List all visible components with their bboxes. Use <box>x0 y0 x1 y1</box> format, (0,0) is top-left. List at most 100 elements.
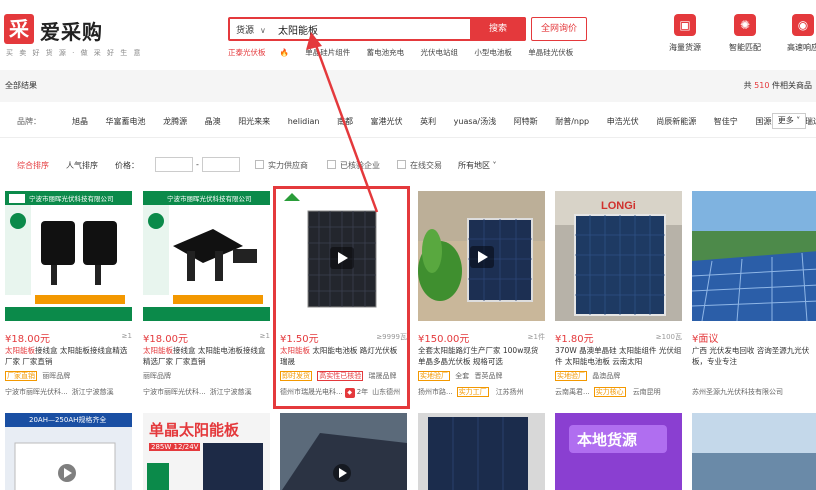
logo-name: 爱采购 <box>40 20 103 44</box>
product-image[interactable] <box>692 191 816 321</box>
product-card-partial[interactable]: 单晶太阳能板 285W 12/24V <box>143 413 270 490</box>
brand-item[interactable]: helidian <box>288 117 320 126</box>
search-button[interactable]: 搜索 <box>470 17 526 41</box>
results-bar: 全部结果 共 510 件相关商品 <box>0 70 816 102</box>
filter-online-trade[interactable]: 在线交易 <box>397 160 442 171</box>
product-card-partial[interactable] <box>692 413 816 490</box>
product-card[interactable]: ¥面议 广西 光伏发电回收 咨询圣源九光伏板，专业专注 苏州圣源九光伏科技有限公… <box>692 191 816 409</box>
product-title[interactable]: 太阳能板 太阳能电池板 路灯光伏板 瑞晟 <box>280 345 407 367</box>
hot-link[interactable]: 正泰光伏板 🔥 <box>228 48 289 57</box>
brand-item[interactable]: 瑞达 <box>805 117 816 126</box>
tag: 丽晖品牌 <box>143 372 171 380</box>
filter-verified[interactable]: 已核验企业 <box>327 160 380 171</box>
price-min-input[interactable] <box>155 157 193 172</box>
logo-slogan: 买 卖 好 货 源 · 做 采 好 生 意 <box>6 49 143 57</box>
row2-banner-sub: 285W 12/24V <box>149 443 201 451</box>
feature-fast-response[interactable]: ◉ 高速响应 <box>778 14 816 64</box>
row2-banner-text: 20AH—250AH规格齐全 <box>29 416 107 424</box>
chevron-down-icon: ˅ <box>490 161 497 170</box>
hot-link[interactable]: 单晶硅片组件 <box>305 48 350 57</box>
header: 采 爱采购 买 卖 好 货 源 · 做 采 好 生 意 货源∨ 搜索 全网询价 … <box>0 0 816 70</box>
search-type-select[interactable]: 货源 ∨ <box>236 23 266 36</box>
price-max-input[interactable] <box>202 157 240 172</box>
product-image[interactable]: 宁波市丽晖光伏科技有限公司 <box>143 191 270 321</box>
supplier-info[interactable]: 苏州圣源九光伏科技有限公司 <box>692 387 816 399</box>
brand-item[interactable]: 英利 <box>420 117 436 126</box>
product-image[interactable] <box>280 191 407 321</box>
shield-icon: ◆ <box>344 388 355 398</box>
feature-icons: ▣ 海量货源 ✺ 智能匹配 ◉ 高速响应 <box>660 14 816 64</box>
brand-item[interactable]: 智佳宁 <box>714 117 738 126</box>
supplier-info[interactable]: 宁波市丽晖光伏科... 浙江宁波慈溪 <box>143 387 270 399</box>
product-tags: 厂家直销 丽晖品牌 <box>5 371 132 383</box>
search-input[interactable] <box>278 20 468 38</box>
row2-banner-local: 本地货源 <box>577 431 638 449</box>
brand-item[interactable]: yuasa/汤浅 <box>454 117 496 126</box>
brand-item[interactable]: 阳光来来 <box>238 117 270 126</box>
product-image[interactable]: LONGi <box>555 191 682 321</box>
product-title[interactable]: 370W 晶澳单晶硅 太阳能组件 光伏组件 太阳能电池板 云南太阳 <box>555 345 682 367</box>
match-icon: ✺ <box>734 14 756 36</box>
product-price: ¥150.00元 <box>418 334 470 345</box>
brand-more-button[interactable]: 更多 ˅ <box>772 113 806 129</box>
brand-item[interactable]: 耐普/npp <box>555 117 589 126</box>
product-title[interactable]: 广西 光伏发电回收 咨询圣源九光伏板，专业专注 <box>692 345 816 367</box>
brand-item[interactable]: 南都 <box>337 117 353 126</box>
response-icon: ◉ <box>792 14 814 36</box>
results-all-label: 全部结果 <box>5 81 37 90</box>
sort-popular[interactable]: 人气排序 <box>66 160 98 171</box>
product-card[interactable]: ¥150.00元 ≥1件 全套太阳能路灯生产厂家 100w现货单晶多晶光伏板 规… <box>418 191 545 409</box>
tag: 瑞晟品牌 <box>368 372 397 380</box>
product-min-order: ≥100瓦 <box>655 333 682 341</box>
supplier-info[interactable]: 扬州市路... 实力工厂 江苏扬州 <box>418 387 545 399</box>
product-card[interactable]: LONGi ¥1.80元 ≥100瓦 370W 晶澳单晶硅 太阳能组件 光伏组件… <box>555 191 682 409</box>
region-select[interactable]: 所有地区 ˅ <box>458 160 497 171</box>
price-label: 价格： <box>115 161 139 170</box>
product-tags: 实地验厂 全套 晋英品牌 <box>418 371 545 383</box>
brand-item[interactable]: 华富蓄电池 <box>106 117 146 126</box>
brand-item[interactable]: 龙腾源 <box>163 117 187 126</box>
product-price: ¥1.80元 <box>555 334 594 345</box>
product-card[interactable]: 宁波市丽晖光伏科技有限公司 ¥18.00元 ≥1 太阳能板接线盒 太阳能电池板接… <box>143 191 270 409</box>
row2-banner-title: 单晶太阳能板 <box>149 421 240 439</box>
hot-link[interactable]: 光伏电站组 <box>421 48 459 57</box>
supplier-info[interactable]: 宁波市丽晖光伏科... 浙江宁波慈溪 <box>5 387 132 399</box>
sort-default[interactable]: 综合排序 <box>17 160 49 171</box>
brand-item[interactable]: 晶澳 <box>205 117 221 126</box>
checkbox <box>255 160 264 169</box>
product-title[interactable]: 全套太阳能路灯生产厂家 100w现货单晶多晶光伏板 规格可选 <box>418 345 545 367</box>
supplier-info[interactable]: 德州市瑞晟光电科... ◆ 2年 山东德州 <box>280 387 407 399</box>
product-card-partial[interactable]: 本地货源 <box>555 413 682 490</box>
filter-strong-supplier[interactable]: 实力供应商 <box>255 160 308 171</box>
brand-item[interactable]: 旭晶 <box>72 117 88 126</box>
product-card[interactable]: ¥1.50元 ≥9999瓦 太阳能板 太阳能电池板 路灯光伏板 瑞晟 即时发货 … <box>280 191 407 409</box>
hot-link[interactable]: 小型电池板 <box>474 48 512 57</box>
product-title[interactable]: 太阳能板接线盒 太阳能电池板接线盒精选厂家 厂家直销 <box>143 345 270 367</box>
site-logo[interactable]: 采 爱采购 买 卖 好 货 源 · 做 采 好 生 意 <box>4 14 140 58</box>
search-type-label: 货源 <box>236 26 255 36</box>
product-card-partial[interactable] <box>418 413 545 490</box>
product-title[interactable]: 太阳能板接线盒 太阳能板接线盒精选厂家 厂家直销 <box>5 345 132 367</box>
brand-item[interactable]: 阿特斯 <box>514 117 538 126</box>
chevron-down-icon: ˅ <box>793 116 801 125</box>
product-card[interactable]: 宁波市丽晖光伏科技有限公司 ¥18.00元 ≥1 太阳能板接线盒 太阳能板接线盒… <box>5 191 132 409</box>
hot-link[interactable]: 蓄电池充电 <box>367 48 405 57</box>
product-image[interactable] <box>418 191 545 321</box>
brand-item[interactable]: 富港光伏 <box>371 117 403 126</box>
product-image[interactable]: 宁波市丽晖光伏科技有限公司 <box>5 191 132 321</box>
product-price: ¥1.50元 <box>280 334 319 345</box>
feature-smart-match[interactable]: ✺ 智能匹配 <box>720 14 770 64</box>
feature-massive-supply[interactable]: ▣ 海量货源 <box>660 14 710 64</box>
product-card-partial[interactable] <box>280 413 407 490</box>
product-card-partial[interactable]: 20AH—250AH规格齐全 <box>5 413 132 490</box>
supplier-info[interactable]: 云南禹君... 实力核心 云南昆明 <box>555 387 682 399</box>
brand-item[interactable]: 尚辰新能源 <box>656 117 696 126</box>
inquiry-button[interactable]: 全网询价 <box>531 17 587 41</box>
sort-filter-row: 综合排序 人气排序 价格： - 实力供应商 已核验企业 在线交易 所有地区 ˅ <box>0 146 816 180</box>
product-price: ¥18.00元 <box>143 334 188 345</box>
product-price: ¥18.00元 <box>5 334 50 345</box>
hot-link[interactable]: 单晶硅光伏板 <box>528 48 573 57</box>
svg-text:LONGi: LONGi <box>601 200 636 212</box>
brand-item[interactable]: 申浩光伏 <box>607 117 639 126</box>
checkbox <box>327 160 336 169</box>
